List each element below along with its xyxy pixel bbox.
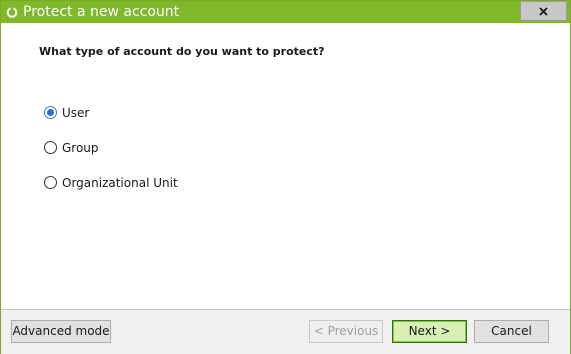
title-bar: Protect a new account <box>1 1 570 23</box>
protect-account-dialog: Protect a new account What type of accou… <box>0 0 571 354</box>
radio-button-group[interactable] <box>44 141 57 154</box>
previous-button[interactable]: < Previous <box>309 320 383 343</box>
radio-button-user[interactable] <box>44 106 57 119</box>
radio-label-group[interactable]: Group <box>62 140 99 156</box>
close-button[interactable] <box>520 1 567 21</box>
radio-label-user[interactable]: User <box>62 105 89 121</box>
account-type-question: What type of account do you want to prot… <box>39 45 325 58</box>
radio-button-organizational-unit[interactable] <box>44 176 57 189</box>
advanced-mode-button[interactable]: Advanced mode <box>11 320 111 343</box>
close-icon <box>539 7 548 16</box>
app-logo-icon <box>6 6 18 18</box>
window-title: Protect a new account <box>23 4 180 20</box>
dialog-footer: Advanced mode < Previous Next > Cancel <box>1 309 570 354</box>
next-button[interactable]: Next > <box>392 320 467 343</box>
cancel-button[interactable]: Cancel <box>474 320 549 343</box>
radio-label-organizational-unit[interactable]: Organizational Unit <box>62 175 178 191</box>
